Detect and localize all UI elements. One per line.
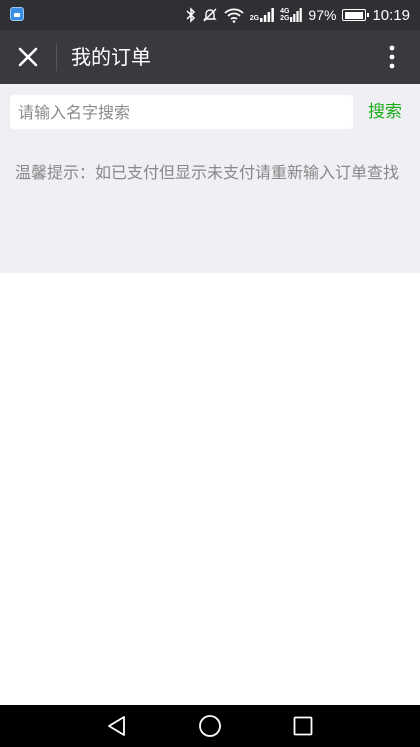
wifi-icon xyxy=(224,7,244,23)
network-type: 4G 2G xyxy=(280,8,289,22)
status-time: 10:19 xyxy=(372,6,410,24)
home-button[interactable] xyxy=(180,705,240,747)
title-divider xyxy=(56,43,57,71)
content-area: 搜索 温馨提示：如已支付但显示未支付请重新输入订单查找 xyxy=(0,84,420,273)
network-bottom-label: 2G xyxy=(280,15,290,22)
signal-2g-group: 2G xyxy=(250,8,274,22)
mute-icon xyxy=(202,7,218,23)
signal-bars-secondary-icon xyxy=(290,8,303,22)
battery-fill xyxy=(344,11,364,19)
recents-button[interactable] xyxy=(273,705,333,747)
home-circle-icon xyxy=(199,715,221,737)
recents-square-icon xyxy=(293,716,313,736)
bluetooth-icon xyxy=(186,7,196,23)
battery-icon xyxy=(342,9,370,21)
more-button[interactable] xyxy=(372,37,412,77)
search-button[interactable]: 搜索 xyxy=(357,95,413,129)
battery-percent: 97% xyxy=(308,7,337,23)
search-row: 搜索 xyxy=(0,84,420,140)
signal-bars-icon xyxy=(260,8,274,22)
status-icons: 2G 4G 2G 97% 10:19 xyxy=(186,0,410,30)
page-title: 我的订单 xyxy=(71,45,151,69)
screen: 2G 4G 2G 97% 10:19 我的订单 请输入名字搜索 搜索 温馨提示：… xyxy=(0,0,420,747)
navigation-bar xyxy=(0,705,420,747)
title-bar: 我的订单 xyxy=(0,30,420,84)
signal-label: 2G xyxy=(249,15,260,22)
search-input[interactable] xyxy=(10,95,353,129)
notification-app-icon xyxy=(10,7,24,21)
close-icon xyxy=(18,47,38,67)
signal-4g-group: 4G 2G xyxy=(280,8,303,22)
more-vertical-icon xyxy=(389,45,395,69)
network-top-label: 4G xyxy=(280,8,290,15)
status-bar: 2G 4G 2G 97% 10:19 xyxy=(0,0,420,30)
back-button[interactable] xyxy=(87,705,147,747)
tip-text: 温馨提示：如已支付但显示未支付请重新输入订单查找 xyxy=(15,163,400,182)
back-triangle-icon xyxy=(108,716,125,736)
close-button[interactable] xyxy=(8,37,48,77)
